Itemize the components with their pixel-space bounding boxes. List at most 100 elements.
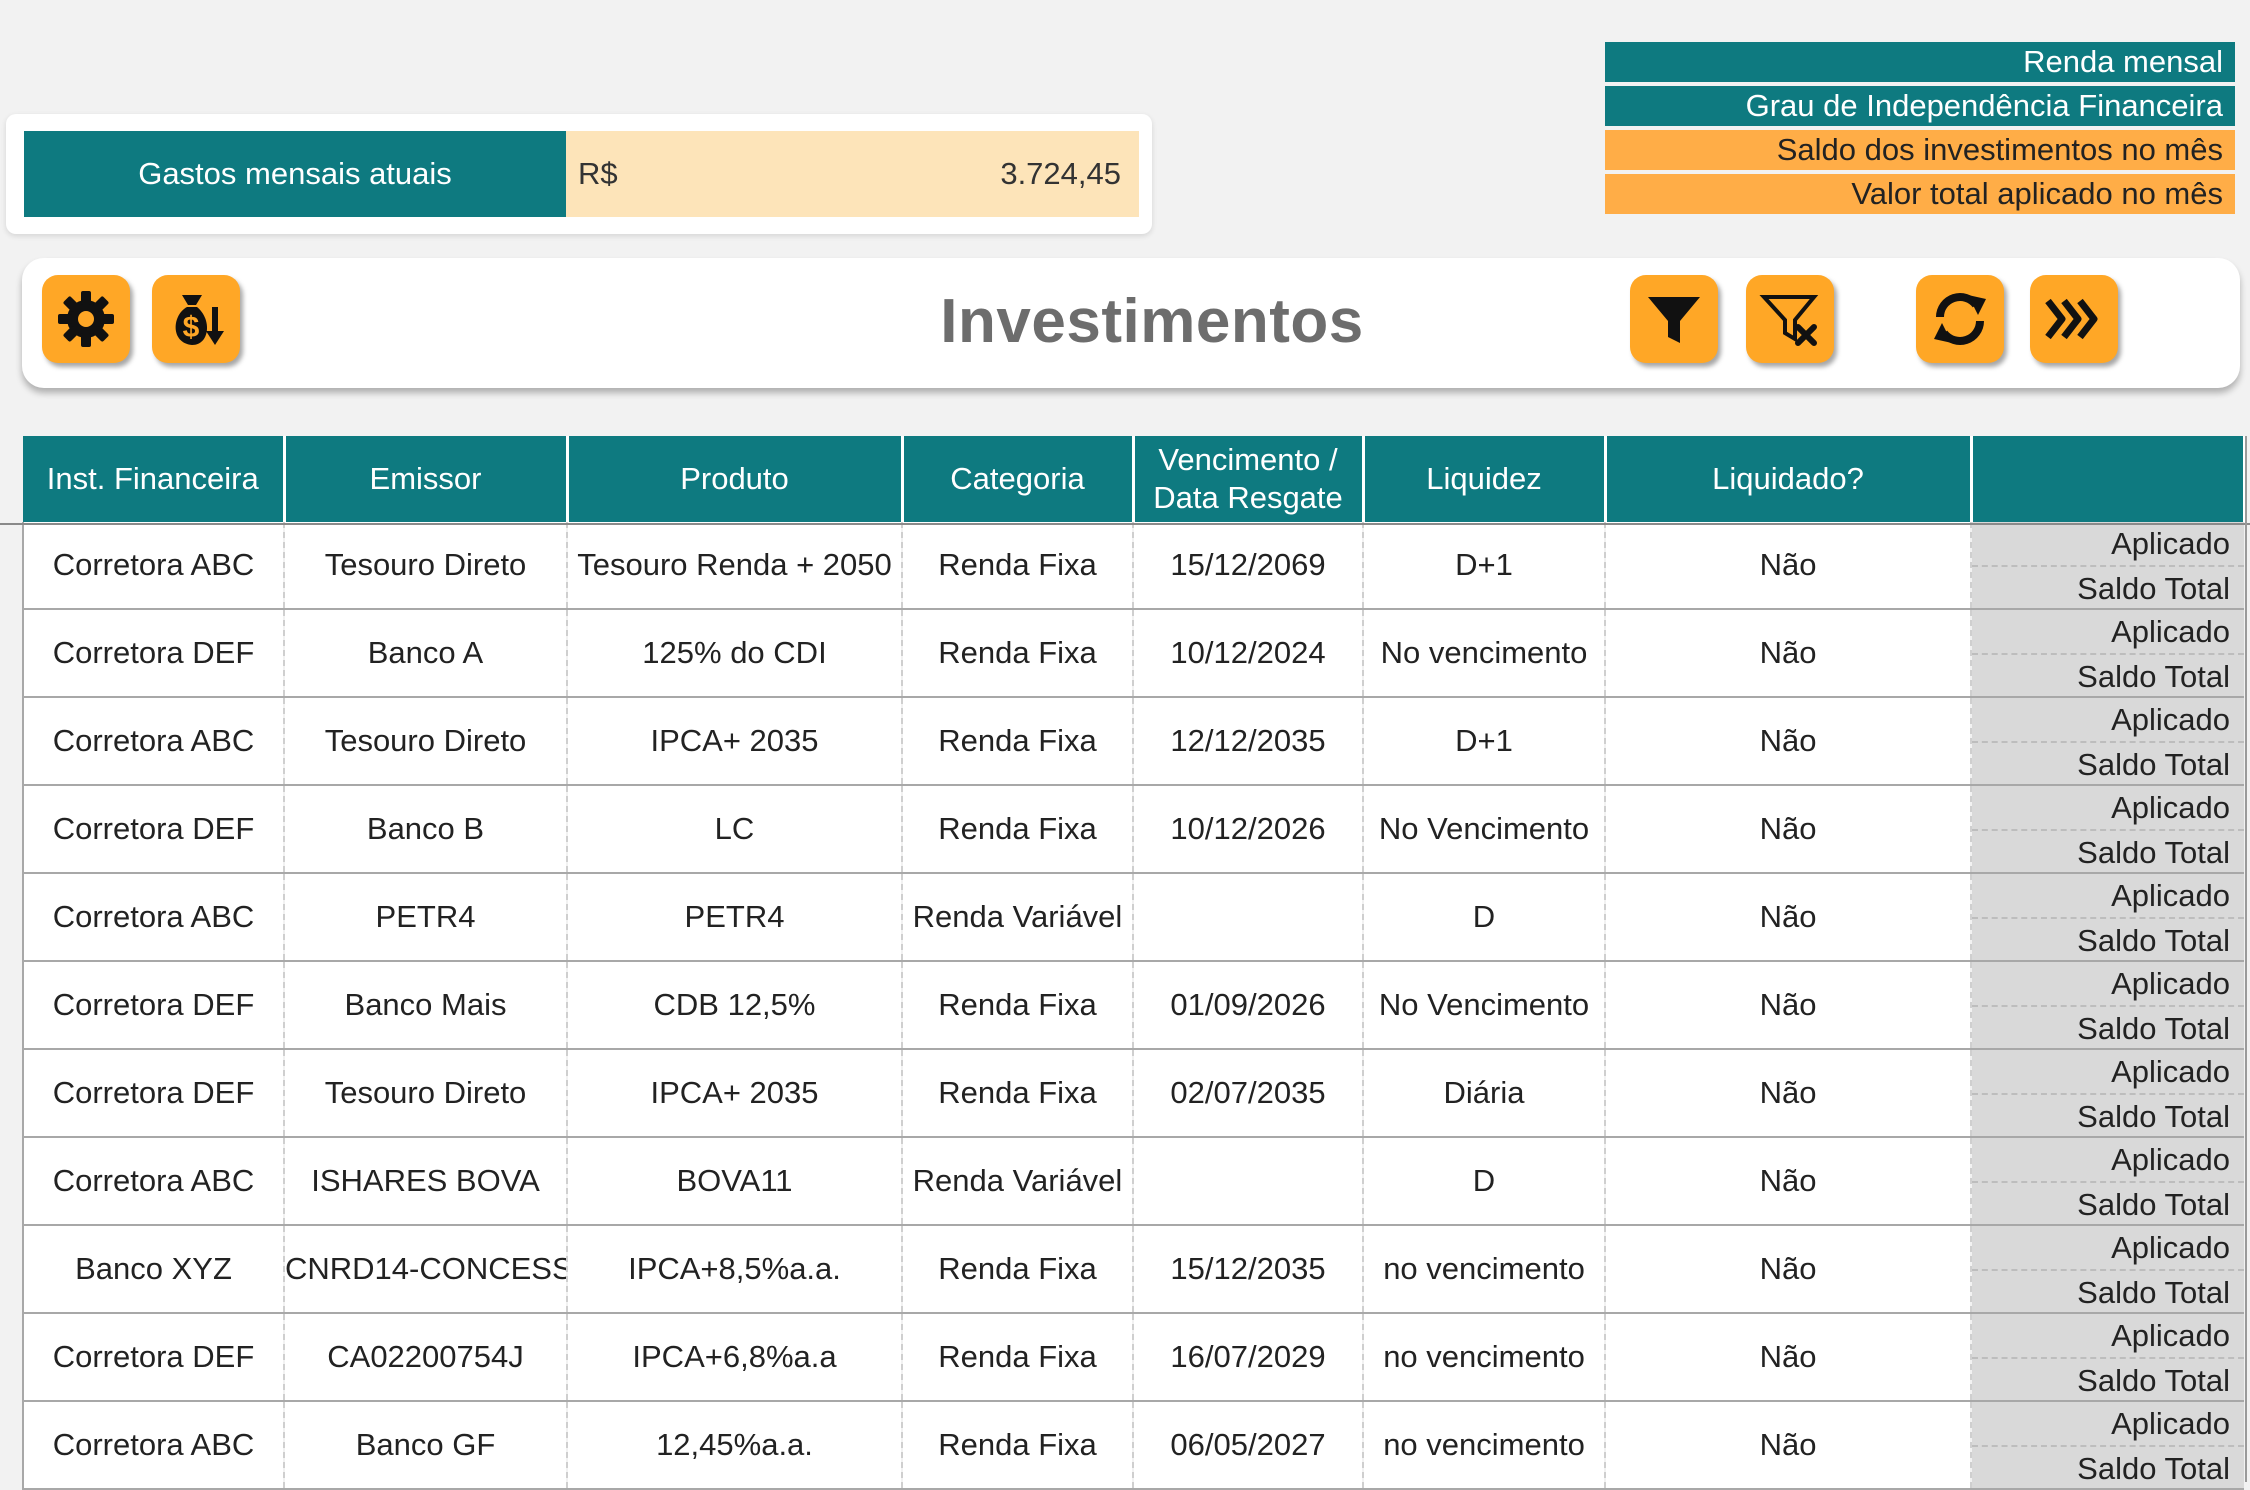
cell-institution[interactable]: Corretora DEF xyxy=(22,609,285,698)
table-row[interactable]: Banco XYZ CNRD14-CONCESS. IPCA+8,5%a.a. Ren… xyxy=(22,1225,2244,1314)
cell-issuer[interactable]: Tesouro Direto xyxy=(284,697,568,786)
cell-issuer[interactable]: CNRD14-CONCESS. xyxy=(284,1225,568,1314)
cell-product[interactable]: LC xyxy=(567,785,903,874)
cell-category[interactable]: Renda Fixa xyxy=(902,1049,1134,1138)
cell-issuer[interactable]: Banco GF xyxy=(284,1401,568,1490)
cell-issuer[interactable]: PETR4 xyxy=(284,873,568,962)
cell-category[interactable]: Renda Variável xyxy=(902,873,1134,962)
cell-institution[interactable]: Corretora DEF xyxy=(22,1049,285,1138)
cell-product[interactable]: PETR4 xyxy=(567,873,903,962)
cell-product[interactable]: IPCA+ 2035 xyxy=(567,1049,903,1138)
cell-liquidated[interactable]: Não xyxy=(1605,785,1972,874)
table-row[interactable]: Corretora DEF Banco Mais CDB 12,5% Renda Fi… xyxy=(22,961,2244,1050)
table-row[interactable]: Corretora DEF Tesouro Direto IPCA+ 2035 Ren… xyxy=(22,1049,2244,1138)
table-row[interactable]: Corretora DEF Banco B LC Renda Fixa 10/12/20… xyxy=(22,785,2244,874)
cell-product[interactable]: IPCA+8,5%a.a. xyxy=(567,1225,903,1314)
cell-issuer[interactable]: Banco A xyxy=(284,609,568,698)
refresh-button[interactable] xyxy=(1916,275,2004,363)
col-header-liquidity[interactable]: Liquidez xyxy=(1363,436,1607,522)
cell-category[interactable]: Renda Fixa xyxy=(902,1401,1134,1490)
cell-product[interactable]: CDB 12,5% xyxy=(567,961,903,1050)
cell-issuer[interactable]: ISHARES BOVA xyxy=(284,1137,568,1226)
cell-product[interactable]: 125% do CDI xyxy=(567,609,903,698)
clear-filter-button[interactable] xyxy=(1746,275,1834,363)
table-row[interactable]: Corretora ABC ISHARES BOVA BOVA11 Renda Var… xyxy=(22,1137,2244,1226)
cell-category[interactable]: Renda Fixa xyxy=(902,609,1134,698)
cell-liquidity[interactable]: D xyxy=(1363,1137,1606,1226)
col-header-product[interactable]: Produto xyxy=(567,436,904,522)
cell-liquidated[interactable]: Não xyxy=(1605,961,1972,1050)
cell-institution[interactable]: Corretora DEF xyxy=(22,961,285,1050)
cell-liquidity[interactable]: no vencimento xyxy=(1363,1401,1606,1490)
cell-issuer[interactable]: Tesouro Direto xyxy=(284,1049,568,1138)
cell-liquidated[interactable]: Não xyxy=(1605,1401,1972,1490)
cell-maturity[interactable]: 01/09/2026 xyxy=(1133,961,1364,1050)
cell-institution[interactable]: Corretora DEF xyxy=(22,1313,285,1402)
cell-product[interactable]: BOVA11 xyxy=(567,1137,903,1226)
settings-button[interactable] xyxy=(42,275,130,363)
cell-category[interactable]: Renda Fixa xyxy=(902,961,1134,1050)
cell-issuer[interactable]: Banco B xyxy=(284,785,568,874)
cell-product[interactable]: IPCA+6,8%a.a xyxy=(567,1313,903,1402)
cell-liquidated[interactable]: Não xyxy=(1605,1225,1972,1314)
cell-liquidity[interactable]: Diária xyxy=(1363,1049,1606,1138)
cell-institution[interactable]: Corretora ABC xyxy=(22,1137,285,1226)
cell-liquidated[interactable]: Não xyxy=(1605,1049,1972,1138)
cell-liquidated[interactable]: Não xyxy=(1605,873,1972,962)
col-header-issuer[interactable]: Emissor xyxy=(284,436,569,522)
cell-maturity[interactable]: 16/07/2029 xyxy=(1133,1313,1364,1402)
cell-institution[interactable]: Corretora DEF xyxy=(22,785,285,874)
cell-liquidated[interactable]: Não xyxy=(1605,522,1972,610)
cell-liquidity[interactable]: No Vencimento xyxy=(1363,961,1606,1050)
cell-product[interactable]: IPCA+ 2035 xyxy=(567,697,903,786)
col-header-category[interactable]: Categoria xyxy=(902,436,1135,522)
cell-liquidated[interactable]: Não xyxy=(1605,1313,1972,1402)
cell-maturity[interactable]: 10/12/2024 xyxy=(1133,609,1364,698)
table-row[interactable]: Corretora DEF CA02200754J IPCA+6,8%a.a Rend… xyxy=(22,1313,2244,1402)
cell-liquidity[interactable]: no vencimento xyxy=(1363,1225,1606,1314)
money-bag-button[interactable]: $ xyxy=(152,275,240,363)
cell-liquidity[interactable]: No Vencimento xyxy=(1363,785,1606,874)
forward-button[interactable] xyxy=(2030,275,2118,363)
cell-maturity[interactable]: 10/12/2026 xyxy=(1133,785,1364,874)
cell-maturity[interactable]: 15/12/2069 xyxy=(1133,522,1364,610)
cell-issuer[interactable]: Banco Mais xyxy=(284,961,568,1050)
cell-liquidity[interactable]: No vencimento xyxy=(1363,609,1606,698)
cell-institution[interactable]: Corretora ABC xyxy=(22,522,285,610)
cell-liquidity[interactable]: no vencimento xyxy=(1363,1313,1606,1402)
cell-issuer[interactable]: CA02200754J xyxy=(284,1313,568,1402)
cell-product[interactable]: Tesouro Renda + 2050 xyxy=(567,522,903,610)
cell-issuer[interactable]: Tesouro Direto xyxy=(284,522,568,610)
cell-maturity[interactable] xyxy=(1133,1137,1364,1226)
cell-liquidated[interactable]: Não xyxy=(1605,697,1972,786)
cell-category[interactable]: Renda Variável xyxy=(902,1137,1134,1226)
cell-maturity[interactable]: 06/05/2027 xyxy=(1133,1401,1364,1490)
col-header-institution[interactable]: Inst. Financeira xyxy=(23,436,286,522)
monthly-expenses-value-cell[interactable]: R$ 3.724,45 xyxy=(566,131,1139,217)
table-row[interactable]: Corretora ABC Tesouro Direto Tesouro Renda… xyxy=(22,522,2244,610)
cell-category[interactable]: Renda Fixa xyxy=(902,522,1134,610)
cell-liquidated[interactable]: Não xyxy=(1605,1137,1972,1226)
cell-maturity[interactable]: 12/12/2035 xyxy=(1133,697,1364,786)
cell-product[interactable]: 12,45%a.a. xyxy=(567,1401,903,1490)
table-row[interactable]: Corretora ABC Tesouro Direto IPCA+ 2035 Ren… xyxy=(22,697,2244,786)
table-row[interactable]: Corretora DEF Banco A 125% do CDI Renda Fix… xyxy=(22,609,2244,698)
cell-liquidity[interactable]: D+1 xyxy=(1363,522,1606,610)
cell-institution[interactable]: Corretora ABC xyxy=(22,697,285,786)
cell-category[interactable]: Renda Fixa xyxy=(902,697,1134,786)
cell-liquidity[interactable]: D xyxy=(1363,873,1606,962)
cell-institution[interactable]: Banco XYZ xyxy=(22,1225,285,1314)
cell-category[interactable]: Renda Fixa xyxy=(902,1313,1134,1402)
cell-maturity[interactable]: 15/12/2035 xyxy=(1133,1225,1364,1314)
cell-liquidity[interactable]: D+1 xyxy=(1363,697,1606,786)
cell-institution[interactable]: Corretora ABC xyxy=(22,873,285,962)
cell-institution[interactable]: Corretora ABC xyxy=(22,1401,285,1490)
cell-category[interactable]: Renda Fixa xyxy=(902,1225,1134,1314)
table-row[interactable]: Corretora ABC PETR4 PETR4 Renda Variável D Nã… xyxy=(22,873,2244,962)
cell-maturity[interactable] xyxy=(1133,873,1364,962)
col-header-liquidated[interactable]: Liquidado? xyxy=(1605,436,1973,522)
filter-button[interactable] xyxy=(1630,275,1718,363)
cell-liquidated[interactable]: Não xyxy=(1605,609,1972,698)
table-row[interactable]: Corretora ABC Banco GF 12,45%a.a. Renda Fix… xyxy=(22,1401,2244,1490)
cell-category[interactable]: Renda Fixa xyxy=(902,785,1134,874)
